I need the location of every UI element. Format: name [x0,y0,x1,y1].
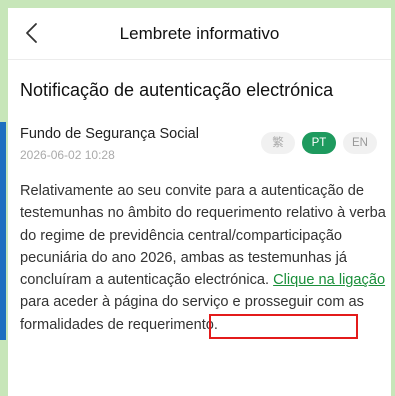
notification-card: Lembrete informativo Notificação de aute… [8,8,391,396]
service-link[interactable]: Clique na ligação [273,272,385,288]
top-bar: Lembrete informativo [8,8,391,60]
side-accent-strip [0,122,6,340]
language-traditional-chinese-button[interactable]: 繁 [261,132,295,154]
link-highlight-box [209,314,358,339]
language-portuguese-button[interactable]: PT [302,132,336,154]
language-english-button[interactable]: EN [343,132,377,154]
notification-title: Notificação de autenticação electrónica [20,80,334,100]
page-title: Lembrete informativo [119,24,280,43]
message-body: Relativamente ao seu convite para a aute… [20,180,392,336]
notification-date: 2026-06-02 10:28 [20,148,115,162]
sender-name: Fundo de Segurança Social [20,126,199,142]
